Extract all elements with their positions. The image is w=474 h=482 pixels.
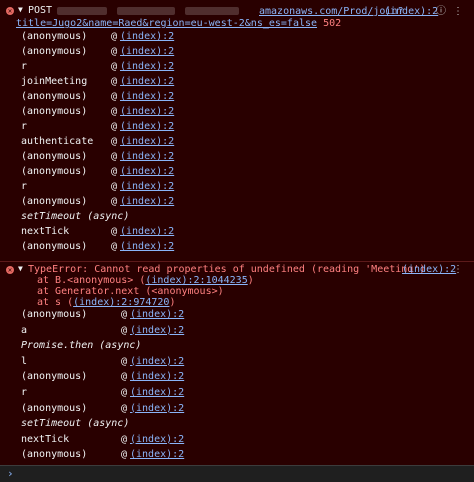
- frame-source-link[interactable]: (index):2: [120, 134, 174, 149]
- frame-function-name: (anonymous): [21, 106, 88, 117]
- async-boundary-label: Promise.then (async): [21, 340, 142, 352]
- frame-source-link[interactable]: (index):2: [130, 385, 184, 400]
- source-link[interactable]: (index):2: [402, 264, 456, 275]
- frame-function-name: (anonymous): [21, 196, 88, 207]
- frame-source-link[interactable]: (index):2: [120, 179, 174, 194]
- devtools-console: ✕ ▼ POST amazonaws.com/Prod/join? (index…: [0, 0, 474, 482]
- frame-function-name: (anonymous): [21, 151, 88, 162]
- at-symbol: @: [111, 196, 118, 207]
- status-code: 502: [323, 18, 342, 29]
- request-query-link[interactable]: title=Jugo2&name=Raed&region=eu-west-2&n…: [16, 18, 317, 29]
- frame-source-link[interactable]: (index):2: [120, 89, 174, 104]
- frame-source-link[interactable]: (index):2: [120, 74, 174, 89]
- at-symbol: @: [111, 76, 118, 87]
- request-method: POST: [28, 5, 53, 16]
- frame-source-link[interactable]: (index):2: [120, 194, 174, 209]
- frame-source-link[interactable]: (index):2: [130, 323, 184, 338]
- frame-function-name: r: [21, 61, 28, 72]
- frame-source-link[interactable]: (index):2: [130, 432, 184, 447]
- frame-function-name: r: [21, 181, 28, 192]
- expand-triangle-icon[interactable]: ▼: [18, 264, 23, 273]
- console-prompt[interactable]: ›: [0, 465, 474, 482]
- at-symbol: @: [111, 226, 118, 237]
- request-url-link[interactable]: amazonaws.com/Prod/join?: [259, 6, 404, 17]
- at-symbol: @: [111, 151, 118, 162]
- frame-source-link[interactable]: (index):2: [130, 307, 184, 322]
- frame-function-name: (anonymous): [21, 31, 88, 42]
- info-icon[interactable]: ⓘ: [435, 6, 447, 18]
- at-symbol: @: [121, 402, 128, 414]
- at-symbol: @: [121, 449, 128, 461]
- at-symbol: @: [111, 106, 118, 117]
- frame-function-name: (anonymous): [21, 402, 88, 414]
- at-symbol: @: [111, 31, 118, 42]
- at-symbol: @: [121, 355, 128, 367]
- at-symbol: @: [111, 121, 118, 132]
- frame-function-name: r: [21, 121, 28, 132]
- frame-function-name: r: [21, 387, 28, 398]
- frame-source-link[interactable]: (index):2: [120, 29, 174, 44]
- frame-function-name: authenticate: [21, 136, 94, 147]
- at-symbol: @: [111, 136, 118, 147]
- source-link[interactable]: (index):2: [384, 6, 438, 17]
- frame-source-link[interactable]: (index):2: [120, 149, 174, 164]
- frame-function-name: (anonymous): [21, 241, 88, 252]
- stack-source-link[interactable]: (index):2:1044235: [145, 275, 247, 286]
- prompt-chevron-icon: ›: [7, 467, 14, 480]
- frame-source-link[interactable]: (index):2: [120, 224, 174, 239]
- async-boundary-label: setTimeout (async): [21, 211, 130, 222]
- more-options-icon[interactable]: ⋮: [452, 6, 464, 18]
- at-symbol: @: [121, 387, 128, 398]
- more-options-icon[interactable]: ⋮: [452, 264, 464, 276]
- frame-source-link[interactable]: (index):2: [130, 447, 184, 462]
- at-symbol: @: [111, 166, 118, 177]
- at-symbol: @: [111, 91, 118, 102]
- frame-function-name: a: [21, 324, 28, 336]
- at-symbol: @: [111, 181, 118, 192]
- stack-line-text: at B.<anonymous> (: [37, 275, 146, 286]
- at-symbol: @: [121, 309, 128, 320]
- frame-source-link[interactable]: (index):2: [120, 119, 174, 134]
- frame-function-name: (anonymous): [21, 91, 88, 102]
- stack-line-suffix: ): [247, 275, 254, 286]
- request-url-line: title=Jugo2&name=Raed&region=eu-west-2&n…: [16, 18, 341, 29]
- frame-function-name: l: [21, 355, 28, 367]
- expand-triangle-icon[interactable]: ▼: [18, 5, 23, 14]
- error-message: TypeError: Cannot read properties of und…: [28, 264, 426, 275]
- frame-source-link[interactable]: (index):2: [120, 104, 174, 119]
- at-symbol: @: [121, 433, 128, 445]
- frame-function-name: joinMeeting: [21, 76, 88, 87]
- frame-function-name: nextTick: [21, 226, 70, 237]
- frame-source-link[interactable]: (index):2: [130, 401, 184, 416]
- frame-source-link[interactable]: (index):2: [130, 369, 184, 384]
- frame-source-link[interactable]: (index):2: [120, 164, 174, 179]
- error-icon: ✕: [6, 7, 14, 15]
- stack-line-text: at Generator.next (<anonymous>): [37, 286, 224, 297]
- async-boundary-label: setTimeout (async): [21, 418, 130, 430]
- at-symbol: @: [121, 324, 128, 336]
- frame-function-name: (anonymous): [21, 46, 88, 57]
- frame-source-link[interactable]: (index):2: [120, 44, 174, 59]
- console-message-type-error: ✕ ▼ TypeError: Cannot read properties of…: [0, 261, 474, 465]
- redacted-url-part: [57, 6, 240, 17]
- frame-function-name: (anonymous): [21, 309, 88, 320]
- error-stack-line: at B.<anonymous> ((index):2:1044235): [37, 275, 254, 286]
- frame-function-name: (anonymous): [21, 449, 88, 461]
- frame-function-name: nextTick: [21, 433, 70, 445]
- at-symbol: @: [111, 241, 118, 252]
- error-stack-line: at Generator.next (<anonymous>): [37, 286, 224, 297]
- console-message-network-error: ✕ ▼ POST amazonaws.com/Prod/join? (index…: [0, 0, 474, 262]
- at-symbol: @: [111, 46, 118, 57]
- frame-function-name: (anonymous): [21, 166, 88, 177]
- at-symbol: @: [111, 61, 118, 72]
- at-symbol: @: [121, 371, 128, 383]
- frame-source-link[interactable]: (index):2: [120, 59, 174, 74]
- frame-source-link[interactable]: (index):2: [120, 239, 174, 254]
- frame-function-name: (anonymous): [21, 371, 88, 383]
- frame-source-link[interactable]: (index):2: [130, 354, 184, 369]
- error-icon: ✕: [6, 266, 14, 274]
